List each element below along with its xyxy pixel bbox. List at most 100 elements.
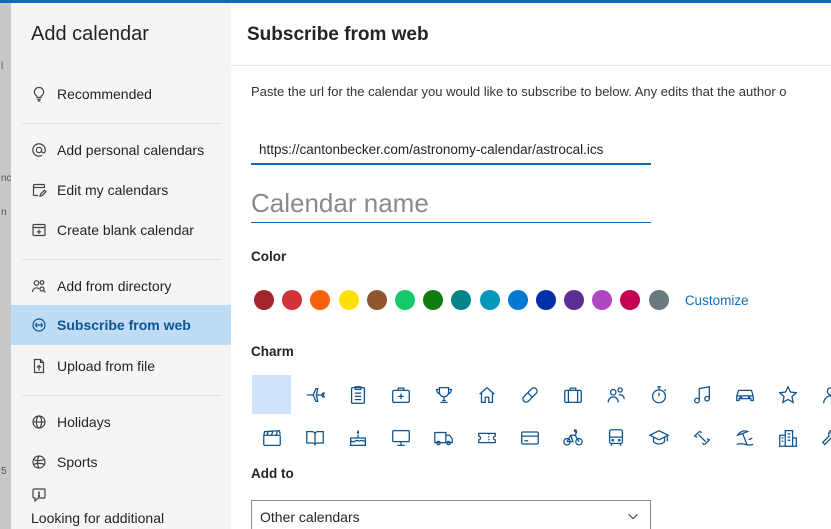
truck-icon[interactable] — [424, 418, 463, 457]
color-swatch[interactable] — [366, 290, 387, 310]
sidebar-item-upload-file[interactable]: Upload from file — [11, 346, 231, 386]
sidebar-item-label: Add from directory — [57, 278, 172, 294]
sidebar-item-subscribe-web[interactable]: Subscribe from web — [11, 305, 231, 345]
sidebar-divider — [22, 123, 222, 124]
page-title: Subscribe from web — [247, 24, 429, 45]
instructions-text: Paste the url for the calendar you would… — [251, 84, 787, 99]
sidebar: Add calendar Recommended Add personal ca… — [11, 3, 231, 529]
color-swatch[interactable] — [282, 290, 303, 310]
color-section-label: Color — [251, 249, 287, 264]
bicycle-icon[interactable] — [553, 418, 592, 457]
color-swatch-list: Customize — [254, 289, 749, 311]
cake-icon[interactable] — [338, 418, 377, 457]
sidebar-title: Add calendar — [31, 23, 149, 45]
book-icon[interactable] — [295, 418, 334, 457]
add-calendar-dialog: l nc n 5 Add calendar Recommended Add pe… — [0, 0, 831, 529]
medical-bag-icon[interactable] — [381, 375, 420, 414]
color-swatch[interactable] — [620, 290, 641, 310]
dumbbell-icon[interactable] — [682, 418, 721, 457]
globe-link-icon — [31, 317, 47, 333]
clipboard-icon[interactable] — [338, 375, 377, 414]
sidebar-footer-link[interactable]: Looking for additional — [31, 510, 164, 526]
sidebar-item-label: Subscribe from web — [57, 317, 191, 333]
sidebar-item-create-blank[interactable]: Create blank calendar — [11, 210, 231, 250]
color-swatch[interactable] — [394, 290, 415, 310]
color-swatch[interactable] — [564, 290, 585, 310]
calendar-url-input[interactable] — [251, 136, 651, 165]
customize-color-link[interactable]: Customize — [685, 293, 749, 308]
sidebar-item-label: Sports — [57, 454, 98, 470]
color-swatch[interactable] — [592, 290, 613, 310]
add-to-selected-value: Other calendars — [260, 508, 360, 525]
people-search-icon — [31, 278, 47, 294]
color-swatch[interactable] — [648, 290, 669, 310]
document-icon — [31, 358, 47, 374]
monitor-icon[interactable] — [381, 418, 420, 457]
ticket-icon[interactable] — [467, 418, 506, 457]
wrench-icon[interactable] — [811, 418, 831, 457]
background-app-strip: l nc n 5 — [0, 3, 12, 529]
calendar-name-input[interactable] — [251, 185, 651, 223]
at-icon — [31, 142, 47, 158]
color-swatch[interactable] — [338, 290, 359, 310]
sidebar-item-label: Holidays — [57, 414, 111, 430]
sidebar-item-label: Add personal calendars — [57, 142, 205, 158]
pill-icon[interactable] — [510, 375, 549, 414]
chevron-down-icon — [626, 509, 640, 526]
person-icon[interactable] — [811, 375, 831, 414]
color-swatch[interactable] — [423, 290, 444, 310]
sidebar-item-edit-my[interactable]: Edit my calendars — [11, 170, 231, 210]
backdrop-fragment: l — [1, 61, 4, 72]
trophy-icon[interactable] — [424, 375, 463, 414]
backdrop-fragment: 5 — [1, 466, 7, 477]
color-swatch[interactable] — [451, 290, 472, 310]
airplane-icon[interactable] — [295, 375, 334, 414]
sidebar-divider — [22, 259, 222, 260]
sidebar-item-add-directory[interactable]: Add from directory — [11, 266, 231, 306]
backdrop-fragment: n — [1, 207, 7, 218]
sidebar-item-holidays[interactable]: Holidays — [11, 402, 231, 442]
color-swatch[interactable] — [507, 290, 528, 310]
stopwatch-icon[interactable] — [639, 375, 678, 414]
briefcase-icon[interactable] — [553, 375, 592, 414]
sidebar-item-add-personal[interactable]: Add personal calendars — [11, 130, 231, 170]
charm-none[interactable] — [252, 375, 291, 414]
calendar-edit-icon — [31, 182, 47, 198]
sports-ball-icon — [31, 454, 47, 470]
sidebar-item-label: Upload from file — [57, 358, 156, 374]
clapperboard-icon[interactable] — [252, 418, 291, 457]
lightbulb-icon — [31, 86, 47, 102]
sidebar-item-label: Recommended — [57, 86, 152, 102]
main-panel: Subscribe from web Paste the url for the… — [231, 3, 831, 529]
city-icon[interactable] — [768, 418, 807, 457]
home-icon[interactable] — [467, 375, 506, 414]
main-header: Subscribe from web — [231, 3, 831, 66]
graduation-cap-icon[interactable] — [639, 418, 678, 457]
people-icon[interactable] — [596, 375, 635, 414]
credit-card-icon[interactable] — [510, 418, 549, 457]
charm-grid — [252, 375, 831, 461]
sidebar-item-label: Edit my calendars — [57, 182, 169, 198]
color-swatch[interactable] — [310, 290, 331, 310]
charm-section-label: Charm — [251, 344, 294, 359]
calendar-add-icon — [31, 222, 47, 238]
color-swatch[interactable] — [535, 290, 556, 310]
color-swatch[interactable] — [254, 290, 274, 310]
sidebar-item-recommended[interactable]: Recommended — [11, 74, 231, 114]
color-swatch[interactable] — [479, 290, 500, 310]
star-icon[interactable] — [768, 375, 807, 414]
chat-help-icon — [31, 487, 47, 508]
charm-row — [252, 418, 831, 457]
bus-icon[interactable] — [596, 418, 635, 457]
music-note-icon[interactable] — [682, 375, 721, 414]
globe-icon — [31, 414, 47, 430]
beach-icon[interactable] — [725, 418, 764, 457]
add-to-select[interactable]: Other calendars — [251, 500, 651, 529]
sidebar-divider — [22, 395, 222, 396]
car-icon[interactable] — [725, 375, 764, 414]
sidebar-item-label: Create blank calendar — [57, 222, 194, 238]
sidebar-item-sports[interactable]: Sports — [11, 442, 231, 482]
charm-row — [252, 375, 831, 414]
backdrop-fragment: nc — [1, 173, 12, 184]
add-to-section-label: Add to — [251, 466, 294, 481]
